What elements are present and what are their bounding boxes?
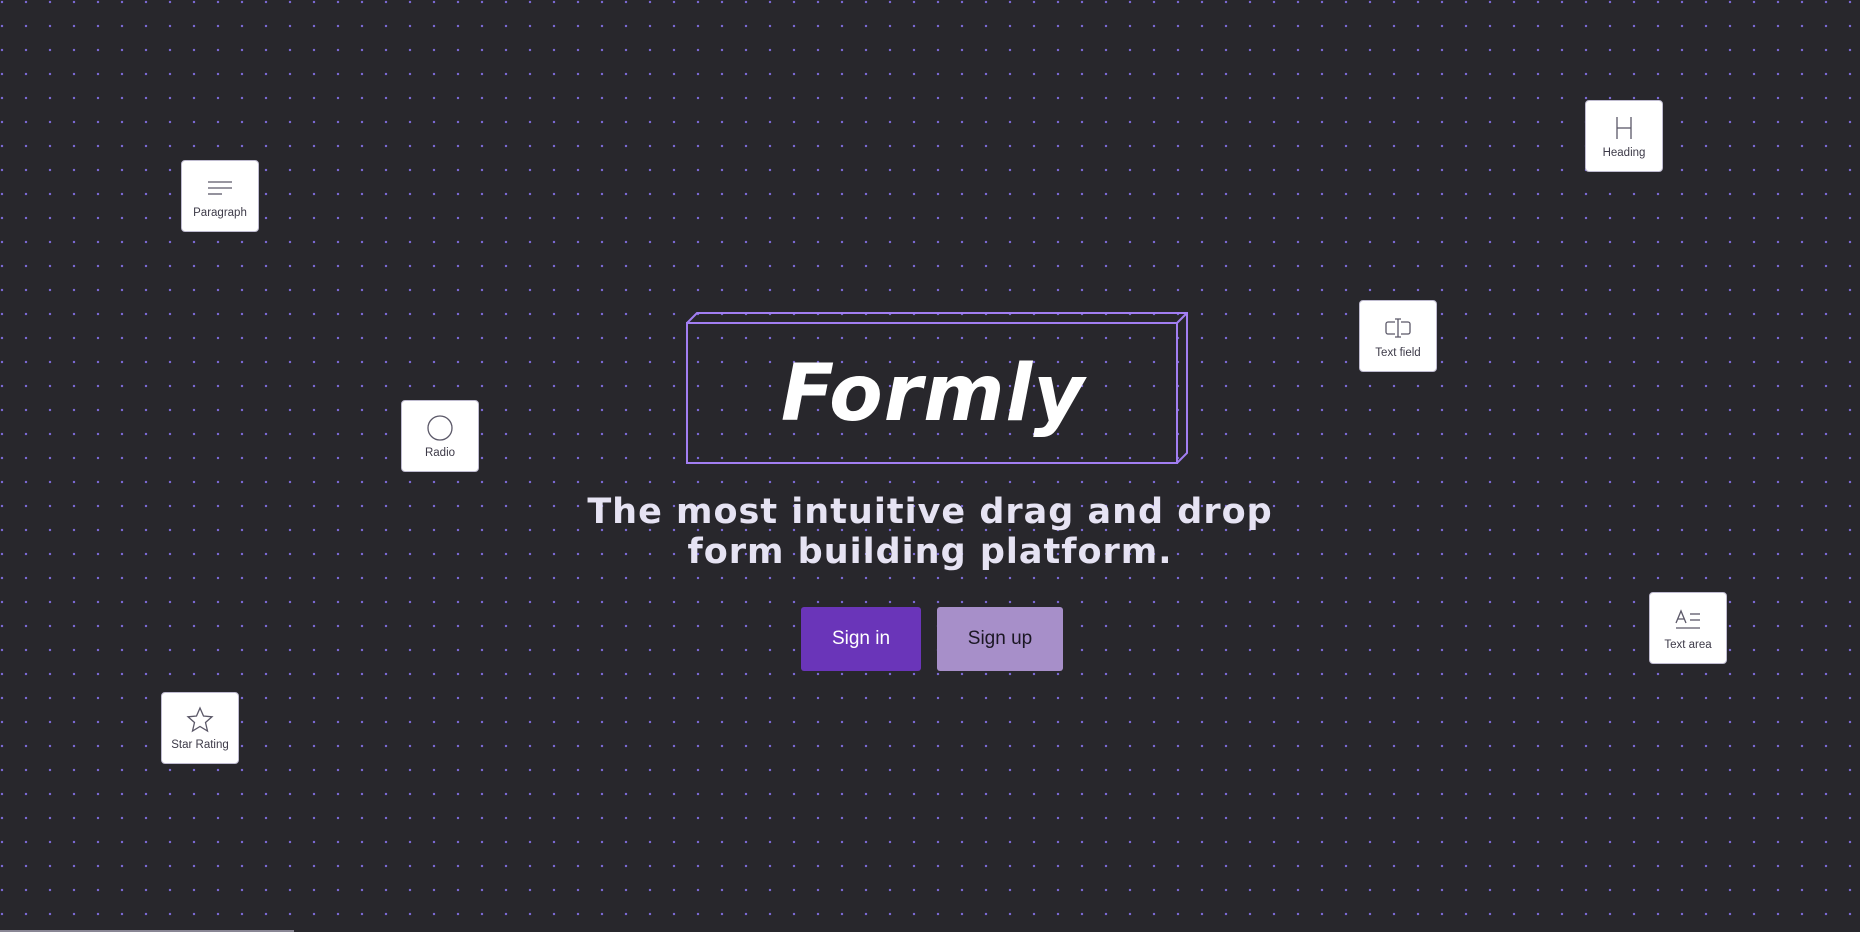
- radio-icon: [425, 413, 455, 443]
- component-chip-star-rating[interactable]: Star Rating: [161, 692, 239, 764]
- star-icon: [185, 705, 215, 735]
- chip-label: Radio: [424, 447, 456, 459]
- logo: Formly: [686, 312, 1188, 464]
- sign-up-button[interactable]: Sign up: [937, 607, 1063, 671]
- component-chip-heading[interactable]: Heading: [1585, 100, 1663, 172]
- paragraph-icon: [205, 173, 235, 203]
- chip-label: Text field: [1375, 347, 1421, 359]
- tagline-line-1: The most intuitive drag and drop: [587, 492, 1273, 532]
- chip-label: Text area: [1664, 639, 1712, 651]
- component-chip-text-field[interactable]: Text field: [1359, 300, 1437, 372]
- hero-tagline: The most intuitive drag and drop form bu…: [530, 492, 1330, 572]
- chip-label: Paragraph: [193, 207, 247, 219]
- component-chip-text-area[interactable]: Text area: [1649, 592, 1727, 664]
- component-chip-radio[interactable]: Radio: [401, 400, 479, 472]
- heading-icon: [1609, 113, 1639, 143]
- component-chip-paragraph[interactable]: Paragraph: [181, 160, 259, 232]
- tagline-line-2: form building platform.: [687, 532, 1173, 572]
- logo-wordmark: Formly: [780, 349, 1086, 439]
- text-area-icon: [1673, 605, 1703, 635]
- chip-label: Heading: [1602, 147, 1646, 159]
- text-field-icon: [1383, 313, 1413, 343]
- sign-in-button[interactable]: Sign in: [801, 607, 921, 671]
- chip-label: Star Rating: [171, 739, 229, 751]
